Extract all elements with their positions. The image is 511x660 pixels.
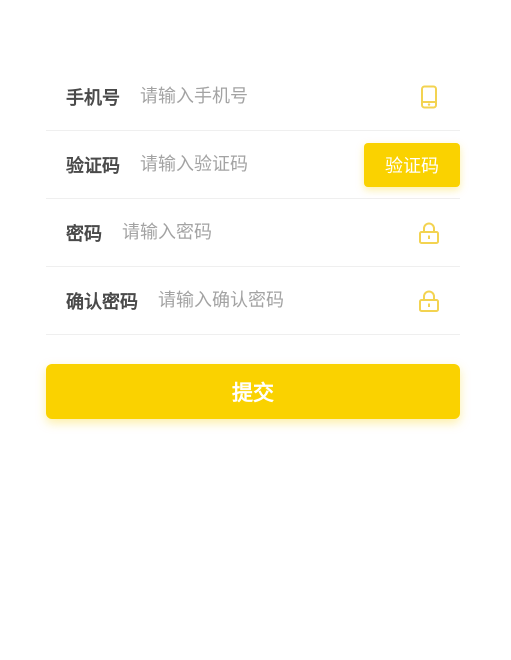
confirm-password-row: 确认密码 — [46, 267, 460, 335]
phone-label: 手机号 — [66, 87, 120, 109]
password-input[interactable] — [122, 222, 416, 243]
registration-form: 手机号 验证码 验证码 密码 确认密码 — [46, 63, 460, 335]
code-row: 验证码 验证码 — [46, 131, 460, 199]
phone-icon — [416, 84, 442, 110]
get-code-button[interactable]: 验证码 — [364, 142, 460, 187]
confirm-password-label: 确认密码 — [66, 291, 138, 313]
lock-icon — [416, 220, 442, 246]
confirm-password-input[interactable] — [158, 290, 416, 311]
code-label: 验证码 — [66, 155, 120, 177]
verification-code-input[interactable] — [140, 154, 364, 175]
password-row: 密码 — [46, 199, 460, 267]
phone-row: 手机号 — [46, 63, 460, 131]
submit-button[interactable]: 提交 — [46, 364, 460, 419]
phone-input[interactable] — [140, 86, 416, 107]
lock-icon — [416, 288, 442, 314]
password-label: 密码 — [66, 223, 102, 245]
